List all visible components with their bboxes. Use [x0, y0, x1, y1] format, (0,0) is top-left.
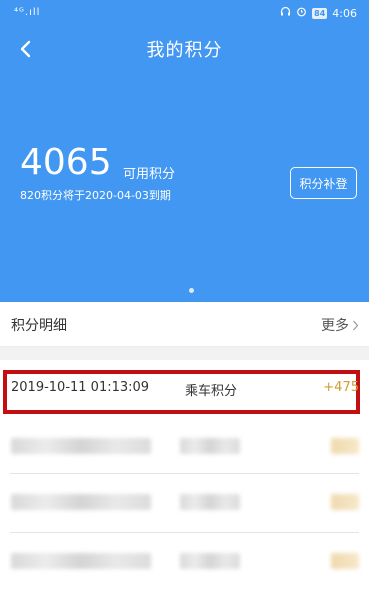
more-label: 更多 — [321, 318, 349, 334]
blurred-date — [11, 553, 151, 569]
list-item[interactable] — [0, 418, 369, 474]
signal-indicator: ⁴ᴳ.ıll — [14, 7, 41, 18]
list-item[interactable] — [0, 533, 369, 589]
more-button[interactable]: 更多 — [321, 315, 359, 335]
blurred-type — [180, 438, 240, 454]
points-expiry-notice: 820积分将于2020-04-03到期 — [20, 189, 171, 202]
record-points: +475 — [323, 380, 359, 395]
blurred-date — [11, 438, 151, 454]
header-panel: ⁴ᴳ.ıll 84 4:06 我的积分 4065 可用积分 820积分将于202… — [0, 0, 369, 302]
points-supplement-button[interactable]: 积分补登 — [290, 167, 357, 199]
blurred-type — [180, 553, 240, 569]
points-record-list: 2019-10-11 01:13:09 乘车积分 +475 — [0, 360, 369, 607]
battery-icon: 84 — [312, 7, 328, 19]
list-item[interactable] — [0, 474, 369, 530]
status-bar: ⁴ᴳ.ıll 84 4:06 — [0, 0, 369, 26]
available-points-label: 可用积分 — [123, 167, 176, 182]
headphone-icon — [280, 6, 291, 20]
record-type: 乘车积分 — [185, 384, 238, 399]
blurred-points — [331, 553, 359, 569]
blurred-points — [331, 438, 359, 454]
chevron-right-icon — [353, 320, 359, 330]
points-detail-header: 积分明细 更多 — [0, 302, 369, 347]
status-time: 4:06 — [332, 6, 357, 20]
status-right-group: 84 4:06 — [280, 6, 357, 20]
alarm-icon — [296, 6, 307, 20]
record-date: 2019-10-11 01:13:09 — [11, 380, 150, 395]
page-indicator-dot — [189, 288, 194, 293]
blurred-date — [11, 494, 151, 510]
available-points-value: 4065 — [20, 142, 112, 183]
list-item[interactable]: 2019-10-11 01:13:09 乘车积分 +475 — [0, 362, 369, 418]
blurred-points — [331, 494, 359, 510]
points-detail-title: 积分明细 — [11, 318, 67, 334]
section-gap — [0, 347, 369, 360]
page-title: 我的积分 — [146, 40, 223, 61]
blurred-type — [180, 494, 240, 510]
